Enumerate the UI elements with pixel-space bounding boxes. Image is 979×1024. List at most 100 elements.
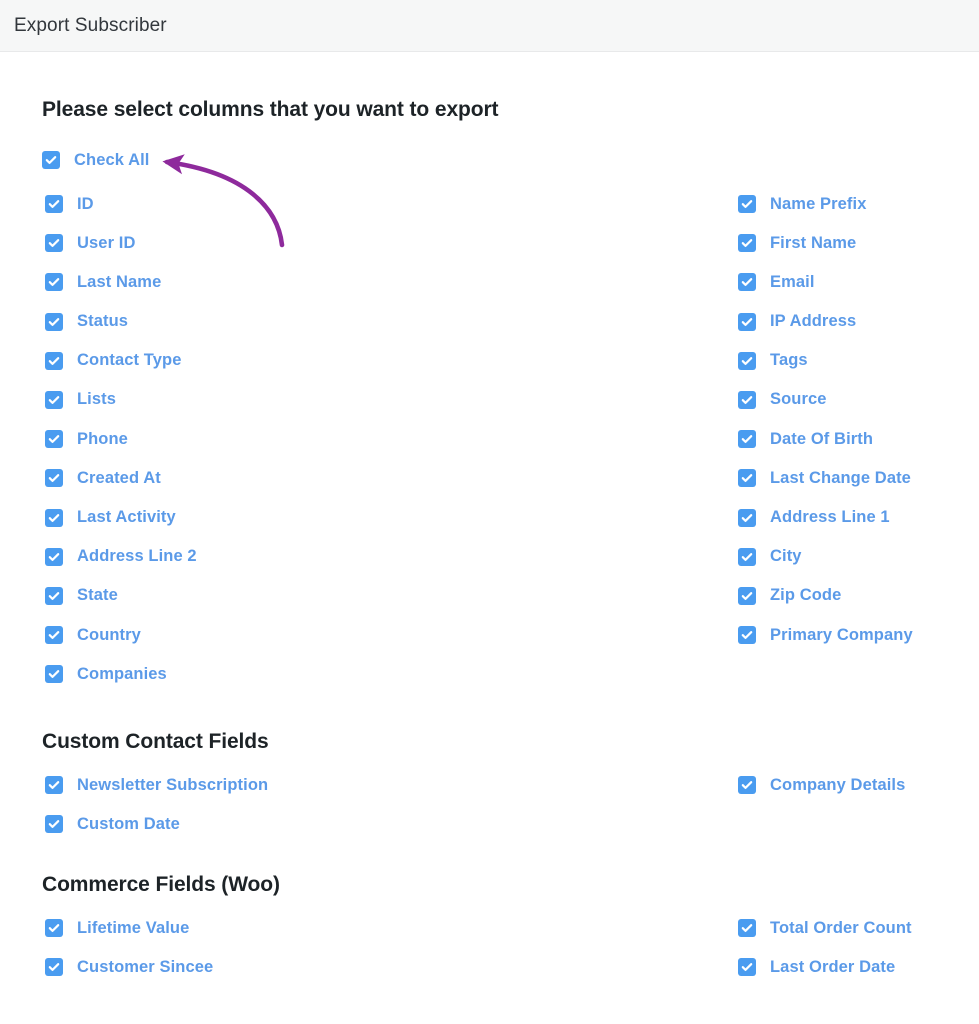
custom-field-option-checkbox[interactable] <box>45 776 63 794</box>
column-option-checkbox[interactable] <box>738 195 756 213</box>
custom-field-option-checkbox[interactable] <box>738 776 756 794</box>
check-all-label[interactable]: Check All <box>74 151 149 170</box>
column-option-checkbox[interactable] <box>45 351 63 370</box>
commerce-field-option-label[interactable]: Lifetime Value <box>77 919 189 938</box>
column-option-checkbox[interactable] <box>45 312 63 331</box>
column-option-row[interactable]: Address Line 2 <box>45 546 197 568</box>
column-option-label[interactable]: Last Change Date <box>770 469 911 488</box>
column-option-row[interactable]: Status <box>45 311 197 333</box>
commerce-field-option-label[interactable]: Last Order Date <box>770 958 895 977</box>
column-option-row[interactable]: Phone <box>45 428 197 450</box>
column-option-row[interactable]: Lists <box>45 389 197 411</box>
column-option-checkbox[interactable] <box>45 626 63 645</box>
column-option-row[interactable]: Created At <box>45 467 197 489</box>
column-option-label[interactable]: Email <box>770 273 815 292</box>
column-option-row[interactable]: Last Name <box>45 271 197 293</box>
column-option-checkbox[interactable] <box>45 547 63 566</box>
column-option-row[interactable]: Email <box>738 271 913 293</box>
column-option-checkbox[interactable] <box>45 665 63 684</box>
column-option-label[interactable]: User ID <box>77 234 135 253</box>
column-option-label[interactable]: City <box>770 547 802 566</box>
column-option-checkbox[interactable] <box>738 390 756 409</box>
column-option-checkbox[interactable] <box>45 430 63 449</box>
column-option-row[interactable]: Address Line 1 <box>738 507 913 529</box>
column-option-label[interactable]: Lists <box>77 390 116 409</box>
column-option-checkbox[interactable] <box>738 351 756 370</box>
column-option-row[interactable]: Last Activity <box>45 507 197 529</box>
column-option-row[interactable]: ID <box>45 193 197 215</box>
column-option-row[interactable]: Primary Company <box>738 624 913 646</box>
commerce-field-option-label[interactable]: Total Order Count <box>770 919 912 938</box>
column-option-row[interactable]: User ID <box>45 232 197 254</box>
column-option-label[interactable]: Source <box>770 390 827 409</box>
commerce-field-option-checkbox[interactable] <box>738 919 756 937</box>
column-option-checkbox[interactable] <box>738 273 756 292</box>
commerce-field-option-label[interactable]: Customer Sincee <box>77 958 213 977</box>
column-option-checkbox[interactable] <box>45 234 63 253</box>
column-option-checkbox[interactable] <box>738 234 756 253</box>
column-option-label[interactable]: Date Of Birth <box>770 430 873 449</box>
commerce-field-option-checkbox[interactable] <box>45 958 63 977</box>
column-option-checkbox[interactable] <box>738 508 756 527</box>
custom-field-option-label[interactable]: Company Details <box>770 776 905 795</box>
column-option-label[interactable]: Zip Code <box>770 586 841 605</box>
custom-field-option-checkbox[interactable] <box>45 815 63 834</box>
column-option-checkbox[interactable] <box>738 430 756 449</box>
column-option-row[interactable]: Name Prefix <box>738 193 913 215</box>
column-option-row[interactable]: Companies <box>45 663 197 685</box>
column-option-label[interactable]: Companies <box>77 665 167 684</box>
column-option-checkbox[interactable] <box>45 469 63 488</box>
column-option-row[interactable]: Contact Type <box>45 350 197 372</box>
column-option-checkbox[interactable] <box>45 195 63 213</box>
column-option-row[interactable]: Last Change Date <box>738 467 913 489</box>
column-option-checkbox[interactable] <box>738 626 756 645</box>
custom-field-option-label[interactable]: Newsletter Subscription <box>77 776 268 795</box>
column-option-checkbox[interactable] <box>45 508 63 527</box>
column-option-checkbox[interactable] <box>738 469 756 488</box>
commerce-field-option-row[interactable]: Customer Sincee <box>45 956 213 978</box>
column-option-row[interactable]: IP Address <box>738 311 913 333</box>
column-option-label[interactable]: Status <box>77 312 128 331</box>
check-all-checkbox[interactable] <box>42 151 60 169</box>
column-option-row[interactable]: Source <box>738 389 913 411</box>
column-option-label[interactable]: Name Prefix <box>770 195 866 214</box>
column-option-checkbox[interactable] <box>738 586 756 605</box>
column-option-label[interactable]: Contact Type <box>77 351 182 370</box>
column-option-label[interactable]: First Name <box>770 234 856 253</box>
column-option-checkbox[interactable] <box>45 586 63 605</box>
column-option-row[interactable]: State <box>45 585 197 607</box>
custom-field-option-label[interactable]: Custom Date <box>77 815 180 834</box>
column-option-checkbox[interactable] <box>45 390 63 409</box>
column-option-checkbox[interactable] <box>738 547 756 566</box>
column-option-label[interactable]: Last Name <box>77 273 161 292</box>
column-option-checkbox[interactable] <box>738 312 756 331</box>
column-option-checkbox[interactable] <box>45 273 63 292</box>
column-option-label[interactable]: Country <box>77 626 141 645</box>
column-option-label[interactable]: Phone <box>77 430 128 449</box>
column-option-row[interactable]: City <box>738 546 913 568</box>
column-option-label[interactable]: Created At <box>77 469 161 488</box>
column-option-label[interactable]: Primary Company <box>770 626 913 645</box>
column-option-row[interactable]: Date Of Birth <box>738 428 913 450</box>
column-option-row[interactable]: Zip Code <box>738 585 913 607</box>
commerce-field-option-row[interactable]: Lifetime Value <box>45 917 213 939</box>
column-option-label[interactable]: Address Line 1 <box>770 508 890 527</box>
column-option-label[interactable]: Last Activity <box>77 508 176 527</box>
custom-field-option-row[interactable]: Company Details <box>738 774 905 796</box>
column-option-label[interactable]: IP Address <box>770 312 856 331</box>
column-option-label[interactable]: ID <box>77 195 94 214</box>
check-all-row[interactable]: Check All <box>42 149 937 171</box>
column-option-label[interactable]: State <box>77 586 118 605</box>
column-option-row[interactable]: Tags <box>738 350 913 372</box>
column-option-row[interactable]: First Name <box>738 232 913 254</box>
column-option-label[interactable]: Address Line 2 <box>77 547 197 566</box>
custom-field-option-row[interactable]: Newsletter Subscription <box>45 774 268 796</box>
commerce-field-option-checkbox[interactable] <box>45 919 63 937</box>
commerce-field-option-checkbox[interactable] <box>738 958 756 977</box>
custom-field-option-row[interactable]: Custom Date <box>45 813 268 835</box>
commerce-field-option-row[interactable]: Total Order Count <box>738 917 912 939</box>
column-option-label[interactable]: Tags <box>770 351 808 370</box>
column-option-row[interactable]: Country <box>45 624 197 646</box>
commerce-field-option-row[interactable]: Last Order Date <box>738 956 912 978</box>
check-icon <box>48 513 60 522</box>
